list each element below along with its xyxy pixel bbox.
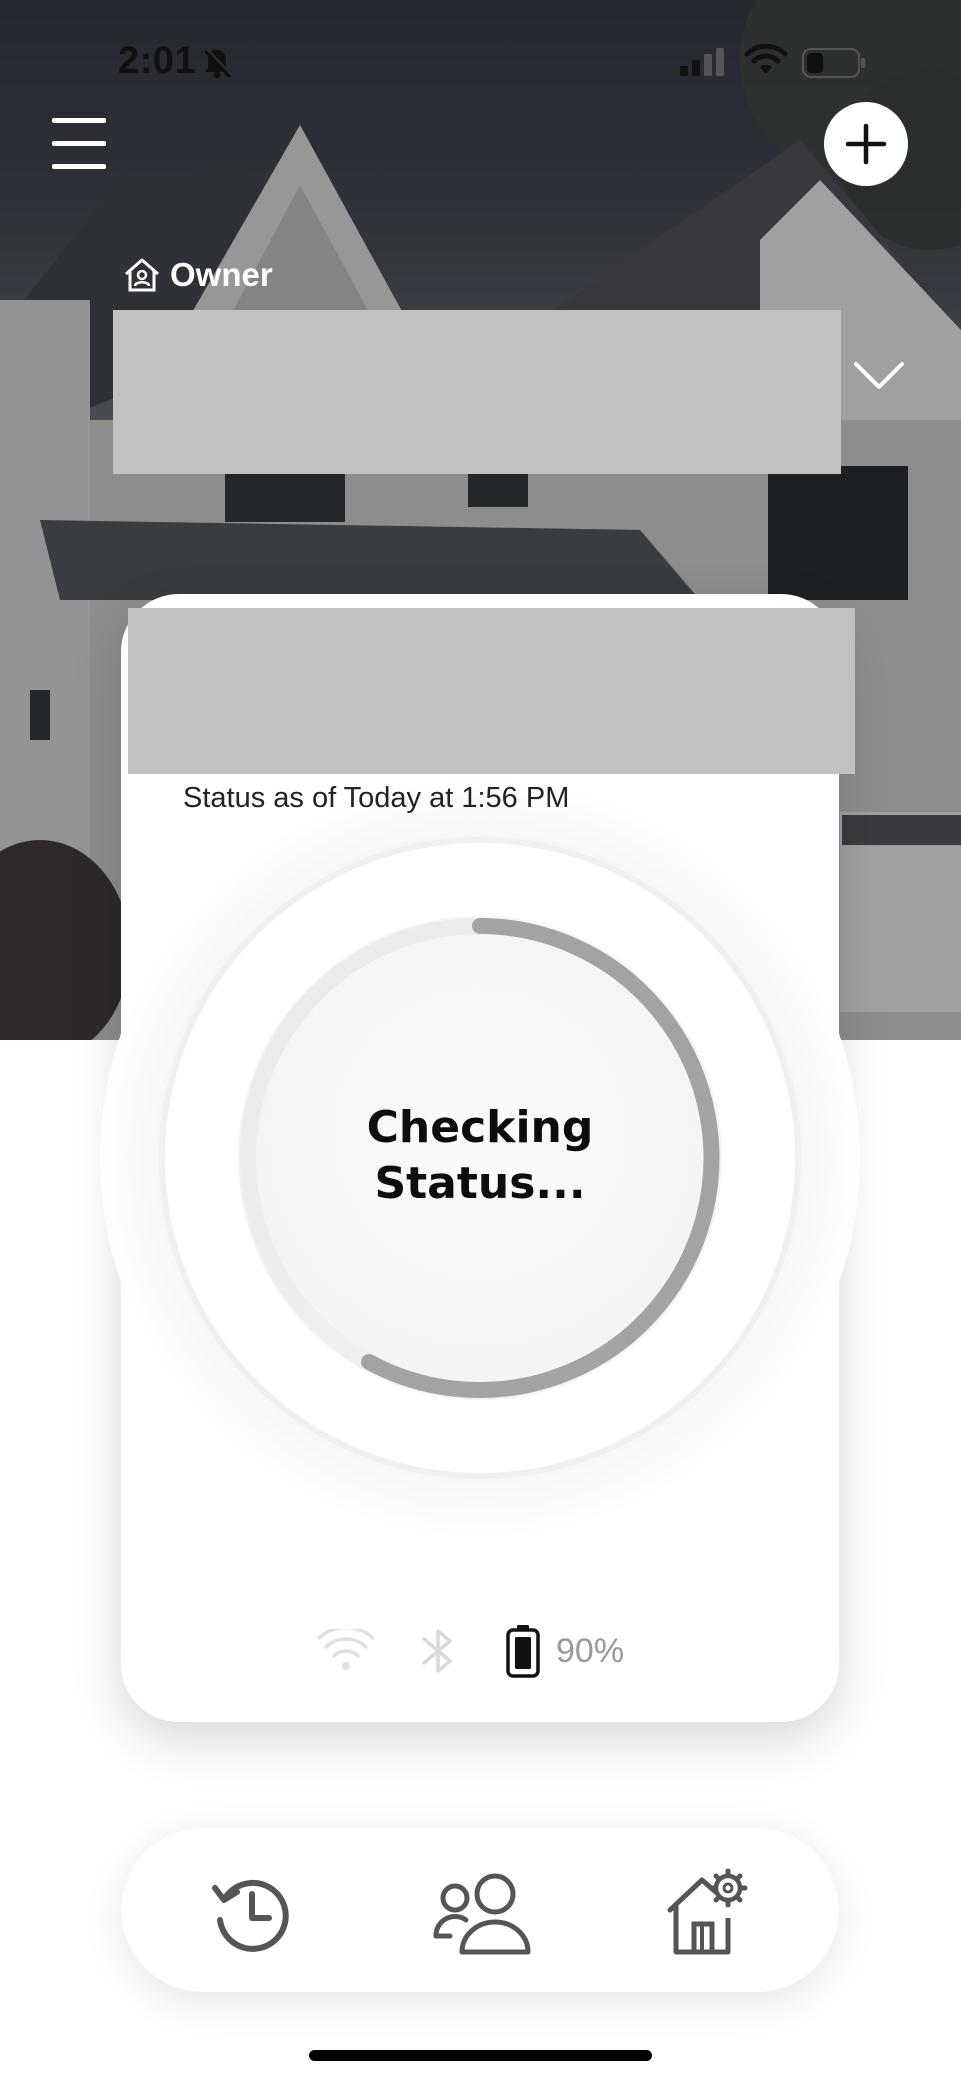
wifi-icon — [318, 1629, 374, 1670]
home-settings-icon — [667, 1868, 748, 1955]
home-settings-button[interactable] — [664, 1868, 750, 1958]
home-user-icon — [125, 258, 159, 292]
home-indicator[interactable] — [309, 2050, 652, 2061]
status-time: 2:01 — [118, 40, 197, 82]
owner-role: Owner — [122, 256, 273, 294]
checking-status-label[interactable]: Checking Status... — [330, 1100, 630, 1212]
checking-line-1: Checking — [366, 1102, 594, 1153]
history-icon — [212, 1879, 289, 1952]
bell-slash-icon — [203, 48, 233, 79]
users-icon — [433, 1873, 531, 1955]
add-device-button[interactable] — [824, 102, 908, 186]
status-timestamp: Status as of Today at 1:56 PM — [183, 782, 570, 814]
owner-label: Owner — [170, 256, 273, 293]
home-selector-button[interactable] — [852, 356, 906, 396]
chevron-down-icon — [854, 362, 904, 389]
plus-icon — [845, 123, 887, 165]
battery-icon — [802, 48, 865, 78]
menu-button[interactable] — [52, 118, 108, 169]
bluetooth-icon — [422, 1629, 452, 1673]
battery-icon — [506, 1625, 540, 1678]
wifi-icon — [744, 44, 788, 74]
hamburger-menu-icon — [52, 118, 106, 123]
connectivity-row: 90% — [318, 1624, 624, 1678]
lock-name-redacted — [128, 608, 855, 774]
users-button[interactable] — [432, 1868, 532, 1958]
home-name-redacted — [113, 310, 841, 474]
checking-line-2: Status... — [374, 1158, 586, 1209]
cellular-signal-icon — [680, 48, 724, 76]
history-button[interactable] — [207, 1868, 297, 1958]
battery-percentage: 90% — [556, 1631, 625, 1670]
